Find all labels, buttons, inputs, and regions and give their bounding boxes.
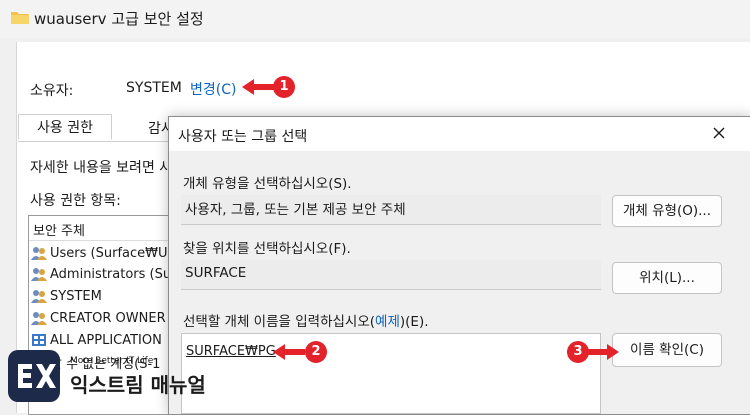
tab-permissions[interactable]: 사용 권한 bbox=[18, 114, 112, 140]
close-icon[interactable] bbox=[709, 123, 729, 143]
list-item[interactable]: CREATOR OWNER bbox=[31, 308, 166, 328]
users-icon bbox=[31, 268, 47, 281]
permission-entries-label: 사용 권한 항목: bbox=[30, 193, 121, 209]
label-text: 선택할 개체 이름을 입력하십시오( bbox=[183, 314, 376, 330]
folder-icon bbox=[11, 12, 29, 24]
locations-button[interactable]: 위치(L)... bbox=[612, 262, 722, 294]
app-package-icon bbox=[32, 334, 46, 346]
list-item[interactable]: SYSTEM bbox=[31, 286, 102, 306]
principal-name: SYSTEM bbox=[50, 288, 102, 304]
object-type-field: 사용자, 그룹, 또는 기본 제공 보안 주체 bbox=[181, 195, 601, 225]
red-arrow-icon bbox=[242, 79, 274, 95]
watermark: More Better IT Life 익스트림 매뉴얼 bbox=[8, 350, 238, 410]
watermark-tagline: More Better IT Life bbox=[70, 356, 154, 366]
owner-change-link[interactable]: 변경(C) bbox=[190, 79, 236, 99]
check-names-button[interactable]: 이름 확인(C) bbox=[612, 333, 722, 367]
owner-label: 소유자: bbox=[30, 83, 74, 99]
dialog-title: 사용자 또는 그룹 선택 bbox=[178, 129, 308, 145]
examples-link[interactable]: 예제 bbox=[375, 314, 400, 330]
annotation-badge: 2 bbox=[305, 341, 327, 363]
principals-header: 보안 주체 bbox=[33, 224, 85, 239]
principal-name: Users (Surface₩Use bbox=[50, 245, 182, 261]
users-icon bbox=[31, 312, 47, 325]
object-name-label: 선택할 개체 이름을 입력하십시오(예제)(E). bbox=[183, 310, 429, 330]
red-arrow-icon bbox=[273, 344, 305, 360]
annotation-badge: 1 bbox=[273, 76, 295, 98]
label-text: )(E). bbox=[399, 314, 429, 330]
logo-ex-icon bbox=[18, 364, 56, 388]
location-label: 찾을 위치를 선택하십시오(F). bbox=[183, 241, 351, 257]
object-name-input[interactable]: SURFACE₩PG bbox=[181, 333, 601, 414]
list-item[interactable]: Administrators (Sur bbox=[31, 264, 176, 284]
owner-value: SYSTEM bbox=[126, 80, 182, 96]
red-arrow-icon bbox=[587, 344, 619, 360]
list-item[interactable]: ALL APPLICATION bbox=[31, 330, 162, 350]
select-user-group-dialog: 사용자 또는 그룹 선택 개체 유형을 선택하십시오(S). 사용자, 그룹, … bbox=[168, 116, 750, 415]
watermark-logo bbox=[8, 350, 60, 402]
location-field: SURFACE bbox=[181, 260, 601, 290]
watermark-name: 익스트림 매뉴얼 bbox=[70, 373, 206, 397]
header-divider bbox=[29, 240, 181, 241]
users-icon bbox=[31, 247, 47, 260]
object-type-label: 개체 유형을 선택하십시오(S). bbox=[183, 176, 352, 192]
details-text: 자세한 내용을 보려면 사 bbox=[30, 160, 173, 176]
list-item[interactable]: Users (Surface₩Use bbox=[31, 243, 182, 263]
principal-name: CREATOR OWNER bbox=[50, 310, 166, 326]
object-types-button[interactable]: 개체 유형(O)... bbox=[612, 195, 722, 227]
principal-name: ALL APPLICATION bbox=[50, 332, 162, 348]
users-icon bbox=[31, 290, 47, 303]
window-title: wuauserv 고급 보안 설정 bbox=[34, 10, 204, 28]
principal-name: Administrators (Sur bbox=[50, 266, 177, 282]
